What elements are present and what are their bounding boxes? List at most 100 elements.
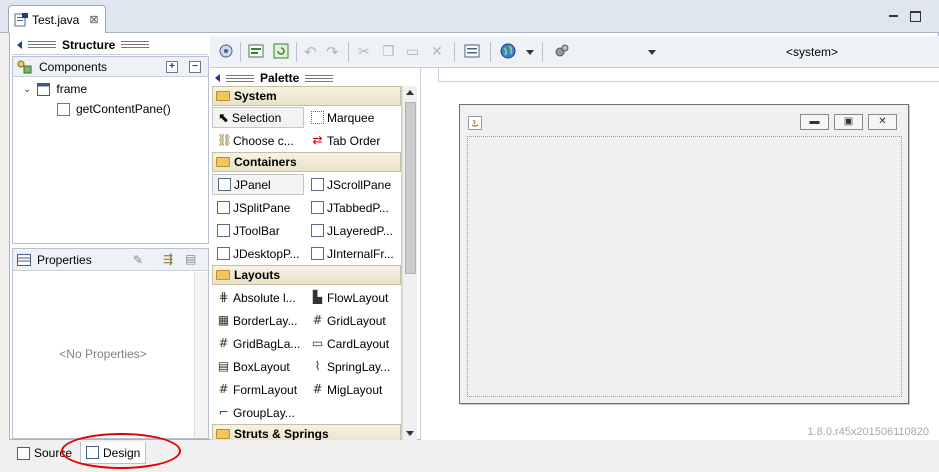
grip-icon[interactable] (121, 41, 150, 48)
delete-icon[interactable]: ✕ (431, 43, 447, 59)
expand-all-button[interactable]: + (166, 61, 178, 73)
grip-icon[interactable] (305, 74, 334, 82)
palette-item-flowlayout[interactable]: ▙ FlowLayout (306, 287, 398, 308)
design-icon (86, 446, 99, 459)
tree-item-content-pane[interactable]: getContentPane() (57, 102, 171, 116)
tab-source[interactable]: Source (12, 442, 77, 464)
scroll-up-icon[interactable] (406, 90, 414, 95)
cut-icon[interactable]: ✂ (358, 43, 374, 59)
tree-item-label: frame (56, 82, 88, 96)
test-gui-icon[interactable] (218, 43, 234, 59)
properties-menu-icon[interactable]: ▤ (185, 252, 196, 266)
palette-item-springlayout[interactable]: ⌇ SpringLay... (306, 356, 398, 377)
redo-icon[interactable]: ↷ (326, 43, 342, 61)
version-label: 1.8.0.r45x201506110820 (807, 426, 929, 438)
palette-item-label: JPanel (234, 177, 271, 192)
category-label: Struts & Springs (234, 427, 329, 440)
miglayout-icon: # (312, 382, 323, 396)
components-title: Components (39, 59, 108, 74)
jsplitpane-icon (217, 201, 230, 214)
tab-design[interactable]: Design (80, 442, 147, 464)
jinternalframe-icon (311, 247, 324, 260)
java-icon (468, 116, 482, 130)
palette-item-jdesktoppane[interactable]: JDesktopP... (212, 243, 304, 264)
jdesktoppane-icon (217, 247, 230, 260)
copy-icon[interactable]: ❐ (382, 43, 398, 59)
content-pane[interactable] (467, 136, 902, 397)
palette-item-boxlayout[interactable]: ▤ BoxLayout (212, 356, 304, 377)
collapse-palette-icon[interactable] (215, 74, 220, 82)
jtabbedpane-icon (311, 201, 324, 214)
palette-item-borderlayout[interactable]: ▦ BorderLay... (212, 310, 304, 331)
palette-category-containers[interactable]: Containers (212, 152, 401, 172)
palette-item-cardlayout[interactable]: ▭ CardLayout (306, 333, 398, 354)
palette-item-tab-order[interactable]: ⇄ Tab Order (306, 130, 398, 151)
palette-item-jtabbedpane[interactable]: JTabbedP... (306, 197, 398, 218)
palette-category-layouts[interactable]: Layouts (212, 265, 401, 285)
components-bar: Components + − (13, 57, 208, 77)
palette-item-label: Marquee (327, 110, 375, 125)
scroll-down-icon[interactable] (406, 431, 414, 436)
look-and-feel-icon[interactable] (554, 43, 570, 59)
properties-scrollbar[interactable] (194, 272, 208, 438)
palette-item-selection[interactable]: ⬉ Selection (212, 107, 304, 128)
palette-item-gridlayout[interactable]: # GridLayout (306, 310, 398, 331)
tree-item-frame[interactable]: ⌄ frame (23, 82, 87, 96)
close-icon[interactable]: ⊠ (89, 13, 98, 26)
jframe-preview[interactable]: ▬ ▣ ✕ (459, 104, 909, 404)
collapse-structure-icon[interactable] (17, 40, 22, 49)
palette-item-label: GroupLay... (233, 405, 295, 420)
palette-item-formlayout[interactable]: # FormLayout (212, 379, 304, 400)
editor-tab-test-java[interactable]: Test.java ⊠ (8, 5, 106, 33)
grip-icon[interactable] (28, 41, 56, 48)
undo-icon[interactable]: ↶ (304, 43, 320, 61)
category-label: Layouts (234, 268, 281, 282)
look-and-feel-selector[interactable]: <system> (786, 45, 838, 59)
palette-category-system[interactable]: System (212, 86, 401, 106)
palette-item-absolute-layout[interactable]: ⋕ Absolute l... (212, 287, 304, 308)
palette-item-jsplitpane[interactable]: JSplitPane (212, 197, 304, 218)
palette-item-jtoolbar[interactable]: JToolBar (212, 220, 304, 241)
grip-icon[interactable] (226, 74, 254, 82)
no-properties-text: <No Properties> (59, 347, 147, 361)
palette-category-struts-springs[interactable]: Struts & Springs (212, 424, 401, 440)
palette-item-jscrollpane[interactable]: JScrollPane (306, 174, 398, 195)
bottom-tab-bar: Source Design (0, 440, 939, 472)
chevron-down-icon[interactable]: ⌄ (23, 84, 31, 95)
properties-icon (17, 253, 31, 266)
frame-close-button[interactable]: ✕ (868, 114, 897, 130)
palette-item-label: JTabbedP... (327, 200, 389, 215)
flowlayout-icon: ▙ (312, 290, 323, 304)
palette: System ⬉ Selection Marquee ⛓ Choose c...… (211, 86, 402, 440)
globe-icon[interactable] (500, 43, 516, 59)
collapse-all-button[interactable]: − (189, 61, 201, 73)
globe-dropdown-icon[interactable] (526, 50, 534, 55)
chevron-down-icon[interactable] (648, 50, 656, 55)
show-events-icon[interactable]: ✎ (133, 253, 143, 267)
tab-order-icon[interactable] (464, 43, 480, 59)
externalize-strings-icon[interactable] (248, 43, 264, 59)
palette-item-marquee[interactable]: Marquee (306, 107, 398, 128)
palette-item-label: Choose c... (233, 133, 294, 148)
components-panel: Components + − ⌄ frame getContentPane() (12, 56, 209, 244)
palette-item-jinternalframe[interactable]: JInternalFr... (306, 243, 398, 264)
frame-minimize-button[interactable]: ▬ (800, 114, 829, 130)
scroll-thumb[interactable] (405, 102, 416, 274)
palette-item-label: JInternalFr... (327, 246, 394, 261)
palette-item-gridbaglayout[interactable]: # GridBagLa... (212, 333, 304, 354)
palette-item-miglayout[interactable]: # MigLayout (306, 379, 398, 400)
palette-item-label: CardLayout (327, 336, 390, 351)
editor-tab-strip: Test.java ⊠ (0, 0, 939, 33)
java-file-icon (14, 12, 28, 26)
paste-icon[interactable]: ▭ (406, 43, 422, 59)
palette-item-jlayeredpane[interactable]: JLayeredP... (306, 220, 398, 241)
maximize-icon[interactable] (910, 11, 921, 22)
minimize-icon[interactable] (888, 11, 899, 22)
palette-item-grouplayout[interactable]: ⌐ GroupLay... (212, 402, 304, 423)
frame-maximize-button[interactable]: ▣ (834, 114, 863, 130)
refresh-icon[interactable] (273, 43, 289, 59)
palette-item-jpanel[interactable]: JPanel (212, 174, 304, 195)
palette-item-choose-component[interactable]: ⛓ Choose c... (212, 130, 304, 151)
palette-scrollbar[interactable] (402, 86, 417, 440)
show-advanced-icon[interactable]: ⇶ (163, 252, 173, 266)
